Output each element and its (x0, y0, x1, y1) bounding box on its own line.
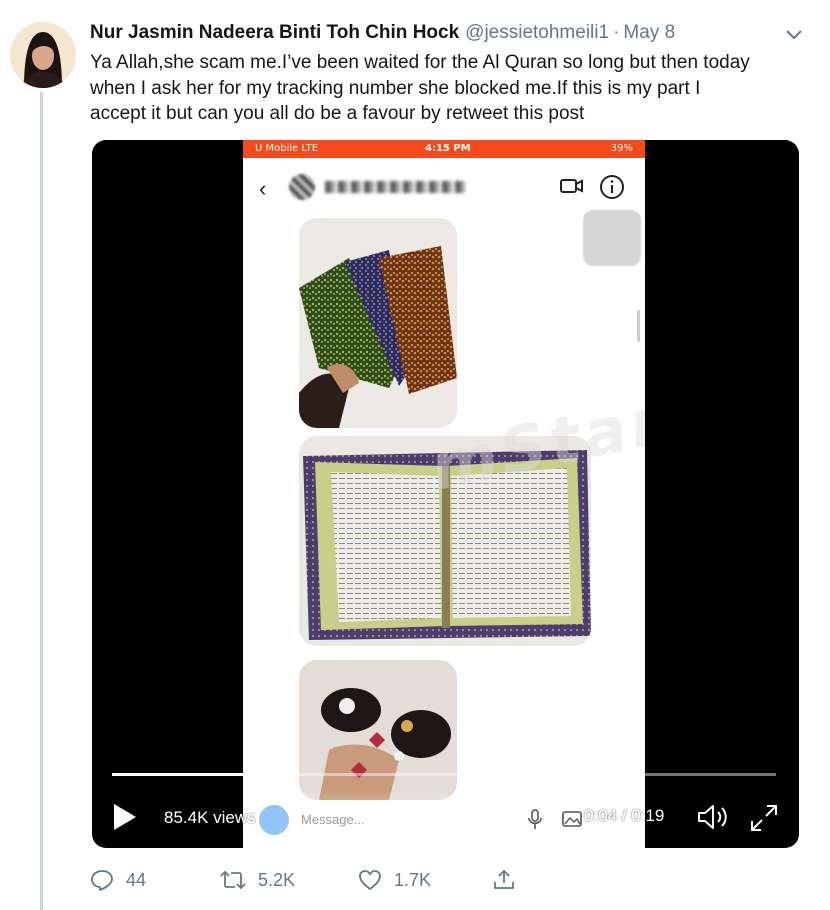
separator: · (613, 22, 620, 43)
phone-screen-recording: U Mobile LTE 4:15 PM 39% ‹ mStar Message… (243, 140, 645, 848)
share-icon (494, 869, 514, 889)
tweet-header: Nur Jasmin Nadeera Binti Toh Chin Hock @… (90, 22, 675, 48)
author-handle[interactable]: @jessietohmeili1 (465, 22, 609, 44)
scroll-indicator (637, 310, 640, 342)
blurred-avatar (289, 174, 315, 200)
camera-icon (259, 805, 289, 835)
like-button[interactable]: 1.7K (358, 868, 431, 892)
tweet-text-line: when I ask her for my tracking number sh… (90, 77, 701, 99)
reply-button[interactable]: 44 (90, 868, 146, 892)
tweet[interactable]: Nur Jasmin Nadeera Binti Toh Chin Hock @… (0, 0, 830, 910)
play-button[interactable] (112, 802, 138, 832)
video-timecode: 0:04 / 0:19 (584, 806, 665, 825)
chat-header: ‹ (243, 162, 645, 212)
blurred-username (325, 181, 465, 193)
avatar[interactable] (10, 22, 76, 88)
fullscreen-icon (751, 805, 777, 831)
back-icon: ‹ (259, 176, 267, 201)
microphone-icon (528, 809, 542, 829)
photo-quran-covers (299, 218, 457, 428)
battery-level: 39% (610, 143, 633, 154)
tweet-text-line: Ya Allah,she scam me.I’ve been waited fo… (90, 52, 750, 73)
tweet-text-line: accept it but can you all do be a favour… (90, 103, 585, 124)
like-count: 1.7K (394, 869, 432, 890)
heart-icon (359, 870, 381, 890)
view-count: 85.4K views (164, 808, 256, 827)
carrier-label: U Mobile LTE (255, 143, 319, 154)
tweet-text: Ya Allah,she scam me.I’ve been waited fo… (90, 50, 815, 127)
retweet-icon (220, 870, 246, 890)
video-progress-bar[interactable] (112, 773, 776, 776)
video-progress-fill (112, 773, 245, 776)
fullscreen-button[interactable] (748, 802, 780, 839)
phone-status-bar: U Mobile LTE 4:15 PM 39% (243, 140, 645, 158)
volume-button[interactable] (696, 802, 732, 837)
share-button[interactable] (492, 868, 528, 892)
video-player[interactable]: U Mobile LTE 4:15 PM 39% ‹ mStar Message… (92, 140, 799, 848)
info-icon (600, 175, 624, 199)
thread-line (40, 92, 43, 910)
blurred-message (583, 210, 641, 266)
speaker-icon (698, 805, 727, 829)
tweet-actions: 44 5.2K 1.7K (90, 868, 530, 898)
video-call-icon (560, 179, 583, 193)
avatar-image (10, 22, 76, 88)
retweet-count: 5.2K (258, 869, 296, 890)
retweet-button[interactable]: 5.2K (220, 868, 295, 892)
photo-keychains (299, 660, 457, 800)
gallery-icon (562, 811, 582, 827)
chevron-down-icon[interactable] (784, 28, 804, 42)
tweet-date[interactable]: May 8 (623, 22, 675, 44)
reply-icon (91, 870, 113, 891)
message-placeholder: Message... (301, 812, 365, 827)
phone-time: 4:15 PM (425, 143, 471, 154)
reply-count: 44 (126, 869, 147, 890)
author-name[interactable]: Nur Jasmin Nadeera Binti Toh Chin Hock (90, 22, 459, 44)
